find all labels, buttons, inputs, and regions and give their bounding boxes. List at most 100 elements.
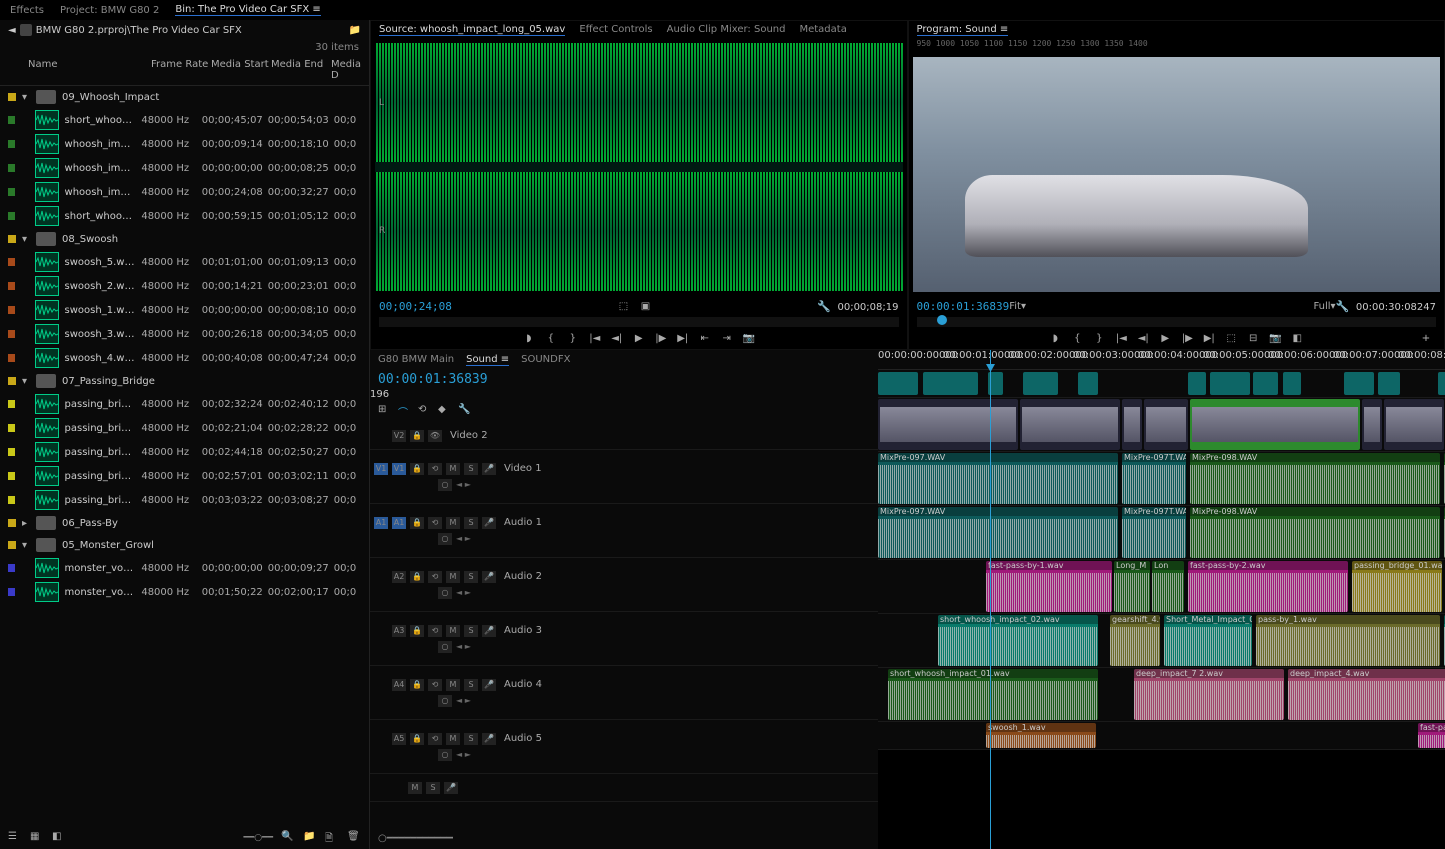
tab-project[interactable]: Project: BMW G80 2 <box>60 5 159 16</box>
color-tag[interactable] <box>8 93 16 101</box>
tab-seq-main[interactable]: G80 BMW Main <box>378 354 454 366</box>
track-header-a1[interactable]: A1A1 🔒 ⟲ M S 🎤 Audio 1 ○◄ ► <box>370 504 878 558</box>
clip[interactable]: MixPre-097T.WAV <box>1122 453 1186 504</box>
toggle-icon[interactable]: 👁 <box>428 430 442 442</box>
mute-button[interactable]: M <box>408 782 422 794</box>
new-bin-icon[interactable]: 📁 <box>303 831 317 845</box>
tab-seq-sfx[interactable]: SOUNDFX <box>521 354 570 366</box>
clip[interactable] <box>1384 399 1444 450</box>
tab-source[interactable]: Source: whoosh_impact_long_05.wav <box>379 24 565 36</box>
clip[interactable]: fast-pass-by-1.wav <box>986 561 1112 612</box>
color-tag[interactable] <box>8 541 16 549</box>
clip[interactable]: swoosh_1.wav <box>986 723 1096 748</box>
track-row[interactable] <box>878 370 1445 398</box>
tab-program[interactable]: Program: Sound ≡ <box>917 24 1009 36</box>
clip[interactable]: deep_impact_7 2.wav <box>1134 669 1284 720</box>
track-target[interactable]: A4 <box>392 679 406 691</box>
track-row[interactable]: short_whoosh_impact_02.wavgearshift_4.wS… <box>878 614 1445 668</box>
bin-item[interactable]: whoosh_impact 48000 Hz 00;00;09;14 00;00… <box>0 132 369 156</box>
link-icon[interactable]: ⟲ <box>418 404 432 418</box>
step-back-icon[interactable]: ◄| <box>1136 331 1150 345</box>
export-frame-icon[interactable]: 📷 <box>1268 331 1282 345</box>
color-tag[interactable] <box>8 330 15 338</box>
go-in-icon[interactable]: |◄ <box>1114 331 1128 345</box>
solo-button[interactable]: S <box>464 733 478 745</box>
color-tag[interactable] <box>8 354 15 362</box>
keyframe-icon[interactable]: ○ <box>438 749 452 761</box>
col-start[interactable]: Media Start <box>211 59 271 81</box>
clip[interactable] <box>1190 399 1360 450</box>
bin-item[interactable]: swoosh_2.wav 48000 Hz 00;00;14;21 00;00;… <box>0 274 369 298</box>
clip[interactable]: Long_M <box>1114 561 1150 612</box>
lock-icon[interactable]: 🔒 <box>410 679 424 691</box>
mute-button[interactable]: M <box>446 517 460 529</box>
track-row[interactable]: MixPre-097.WAVMixPre-097T.WAVMixPre-098.… <box>878 452 1445 506</box>
clip[interactable] <box>1020 399 1120 450</box>
clip[interactable]: pass-by_1.wav <box>1256 615 1440 666</box>
color-tag[interactable] <box>8 424 15 432</box>
clip[interactable] <box>1144 399 1188 450</box>
clip[interactable] <box>1078 372 1098 395</box>
voice-icon[interactable]: 🎤 <box>482 733 496 745</box>
settings-icon[interactable]: 🔧 <box>458 404 472 418</box>
track-header-a5[interactable]: A5 🔒 ⟲ M S 🎤 Audio 5 ○◄ ► <box>370 720 878 774</box>
color-tag[interactable] <box>8 448 15 456</box>
mute-button[interactable]: M <box>446 571 460 583</box>
color-tag[interactable] <box>8 496 15 504</box>
voice-icon[interactable]: 🎤 <box>482 463 496 475</box>
track-header-v1[interactable]: V1V1 🔒 ⟲ M S 🎤 Video 1 ○◄ ► <box>370 450 878 504</box>
export-frame-icon[interactable]: 📷 <box>742 331 756 345</box>
clip[interactable]: fast-pass-by-2.wav <box>1188 561 1348 612</box>
color-tag[interactable] <box>8 564 15 572</box>
color-tag[interactable] <box>8 212 15 220</box>
color-tag[interactable] <box>8 588 15 596</box>
mute-button[interactable]: M <box>446 679 460 691</box>
track-header-a3[interactable]: A3 🔒 ⟲ M S 🎤 Audio 3 ○◄ ► <box>370 612 878 666</box>
clip[interactable]: passing_bridge_01.wav <box>1352 561 1442 612</box>
bin-folder[interactable]: ▾ 05_Monster_Growl <box>0 534 369 556</box>
sync-lock-icon[interactable]: ⟲ <box>428 463 442 475</box>
clip[interactable] <box>1188 372 1206 395</box>
play-icon[interactable]: ▶ <box>1158 331 1172 345</box>
new-item-icon[interactable]: 🗎 <box>325 831 339 845</box>
disclosure-icon[interactable]: ▾ <box>22 376 30 387</box>
col-name[interactable]: Name <box>28 59 151 81</box>
bin-item[interactable]: short_whoosh_i 48000 Hz 00;00;45;07 00;0… <box>0 108 369 132</box>
back-icon[interactable]: ◄ <box>8 25 16 36</box>
col-dur[interactable]: Media D <box>331 59 361 81</box>
bin-folder[interactable]: ▸ 06_Pass-By <box>0 512 369 534</box>
bin-item[interactable]: passing_bridge 48000 Hz 00;02;21;04 00;0… <box>0 416 369 440</box>
lock-icon[interactable]: 🔒 <box>410 733 424 745</box>
clip[interactable]: MixPre-097.WAV <box>878 453 1118 504</box>
bin-item[interactable]: swoosh_5.wav 48000 Hz 00;01;01;00 00;01;… <box>0 250 369 274</box>
lock-icon[interactable]: 🔒 <box>410 625 424 637</box>
comparison-icon[interactable]: ◧ <box>1290 331 1304 345</box>
lock-icon[interactable]: 🔒 <box>410 571 424 583</box>
fit-dropdown[interactable]: Fit <box>1009 301 1021 312</box>
bin-item[interactable]: short_whoosh_i 48000 Hz 00;00;59;15 00;0… <box>0 204 369 228</box>
clip[interactable]: short_whoosh_impact_01.wav <box>888 669 1098 720</box>
full-dropdown[interactable]: Full <box>1313 301 1330 312</box>
drag-audio-icon[interactable]: ⬚ <box>617 299 631 313</box>
track-row[interactable]: fast-pass-by-1.wavLong_MLonfast-pass-by-… <box>878 560 1445 614</box>
clip[interactable]: fast-pass-by-1.wav <box>1418 723 1445 748</box>
clip[interactable]: short_whoosh_impact_02.wav <box>938 615 1098 666</box>
clip[interactable] <box>1122 399 1142 450</box>
program-viewport[interactable] <box>913 57 1441 292</box>
keyframe-icon[interactable]: ○ <box>438 695 452 707</box>
go-out-icon[interactable]: ▶| <box>676 331 690 345</box>
track-header-v2[interactable]: V2 🔒 👁 Video 2 <box>370 422 878 450</box>
keyframe-icon[interactable]: ○ <box>438 479 452 491</box>
clip[interactable] <box>923 372 978 395</box>
color-tag[interactable] <box>8 258 15 266</box>
keyframe-icon[interactable]: ○ <box>438 587 452 599</box>
mark-out-icon[interactable]: { <box>544 331 558 345</box>
clip[interactable] <box>1253 372 1278 395</box>
bin-list[interactable]: ▾ 09_Whoosh_Impact short_whoosh_i 48000 … <box>0 86 369 827</box>
clip[interactable]: MixPre-097T.WAV <box>1122 507 1186 558</box>
color-tag[interactable] <box>8 472 15 480</box>
color-tag[interactable] <box>8 282 15 290</box>
voice-icon[interactable]: 🎤 <box>444 782 458 794</box>
mark-clip-icon[interactable]: } <box>566 331 580 345</box>
track-row[interactable]: short_whoosh_impact_01.wav deep_impact_7 … <box>878 668 1445 722</box>
